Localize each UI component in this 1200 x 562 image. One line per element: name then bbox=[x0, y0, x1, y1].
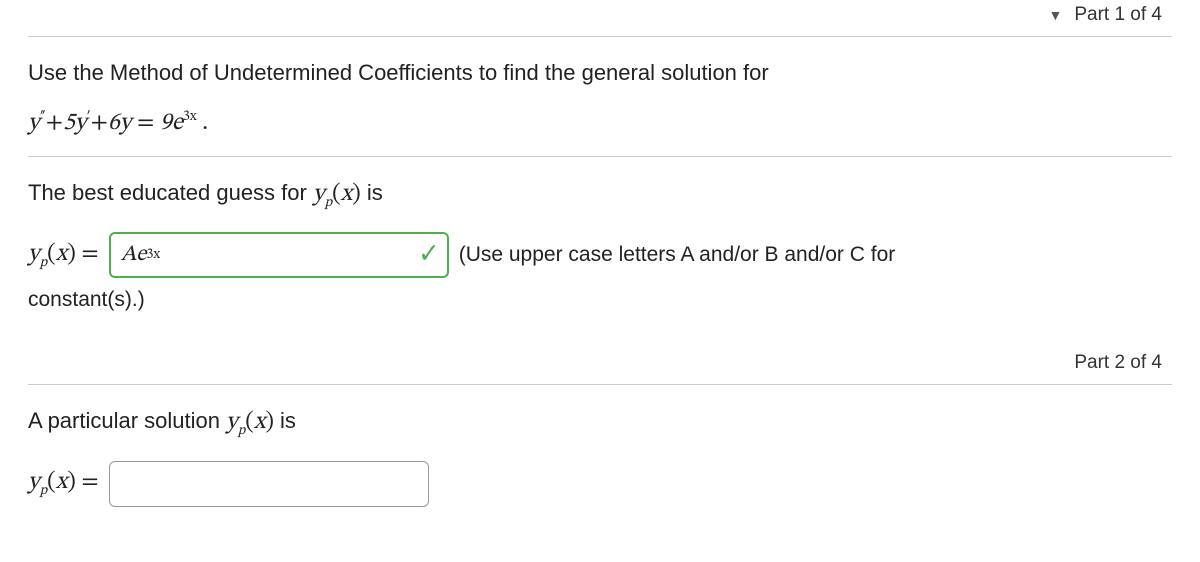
part1-answer-input[interactable]: Ae3x ✓ bbox=[109, 232, 449, 278]
collapse-triangle-icon[interactable]: ▼ bbox=[1048, 7, 1062, 23]
part2-answer-section: A particular solution yp(x) is yp(x) = bbox=[28, 385, 1172, 524]
part1-label: Part 1 of 4 bbox=[1074, 4, 1162, 26]
hint-line1: (Use upper case letters A and/or B and/o… bbox=[459, 243, 896, 267]
part2-answer-input[interactable] bbox=[109, 461, 429, 507]
part1-answer-section: The best educated guess for yp(x) is yp(… bbox=[28, 157, 1172, 330]
yp-equals-label: yp(x) = bbox=[28, 239, 99, 272]
yp-equals-label-2: yp(x) = bbox=[28, 467, 99, 500]
part1-question-section: Use the Method of Undetermined Coefficie… bbox=[28, 37, 1172, 157]
guess-prompt: The best educated guess for yp(x) is bbox=[28, 175, 1172, 214]
checkmark-icon: ✓ bbox=[421, 243, 436, 268]
part2-prompt: A particular solution yp(x) is bbox=[28, 403, 1172, 442]
part2-label: Part 2 of 4 bbox=[1074, 352, 1162, 373]
part1-header: ▼ Part 1 of 4 bbox=[28, 0, 1172, 37]
question-text: Use the Method of Undetermined Coefficie… bbox=[28, 55, 1172, 90]
hint-line2: constant(s).) bbox=[28, 288, 1172, 312]
differential-equation: y″+5y′+6y = 9e3x . bbox=[28, 108, 1172, 138]
part2-header: Part 2 of 4 bbox=[28, 330, 1172, 385]
